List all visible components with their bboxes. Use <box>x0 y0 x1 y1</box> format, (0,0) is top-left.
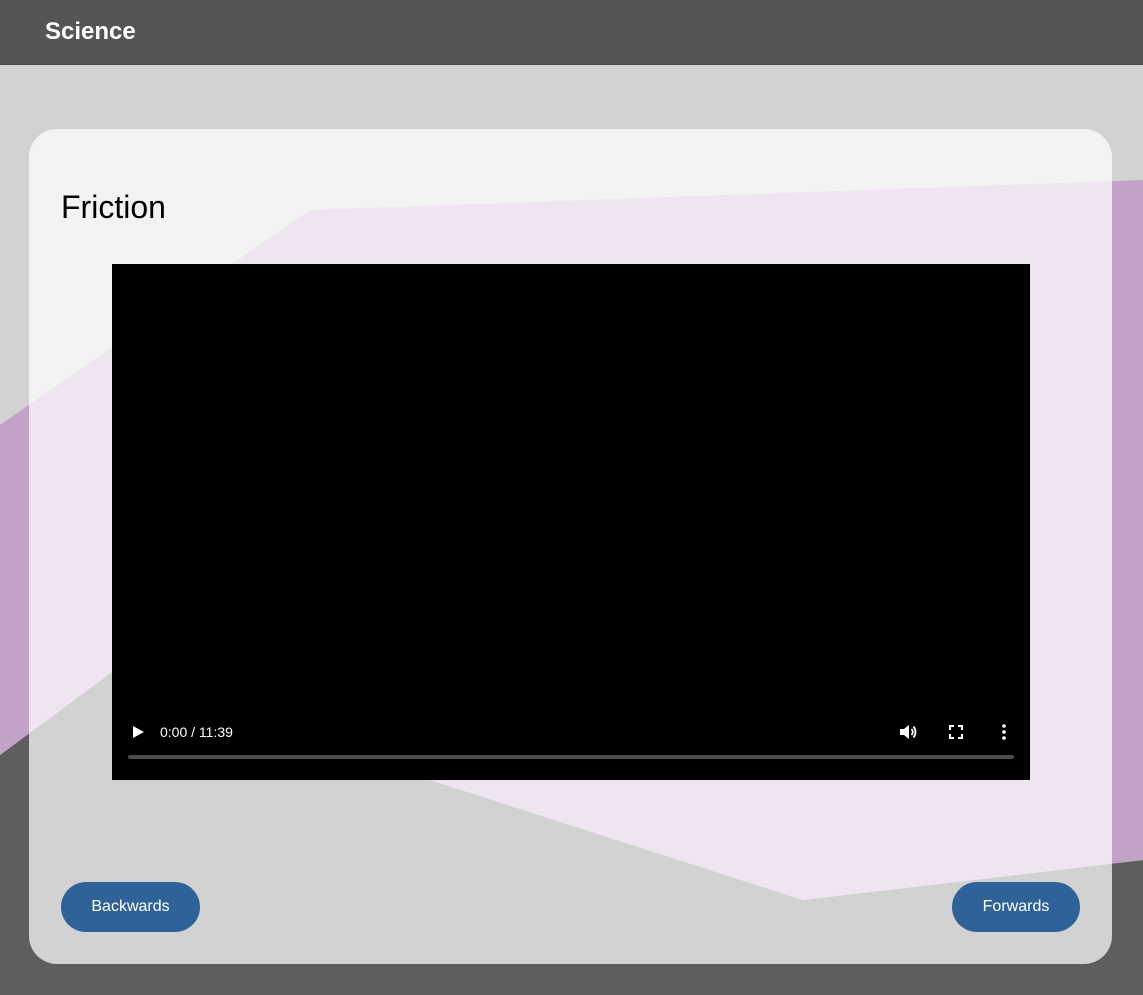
app-title: Science <box>45 18 136 45</box>
fullscreen-icon[interactable] <box>945 721 967 743</box>
video-progress-bar[interactable] <box>128 755 1014 759</box>
forwards-button[interactable]: Forwards <box>952 882 1080 932</box>
backwards-button[interactable]: Backwards <box>61 882 200 932</box>
more-vertical-icon[interactable] <box>993 721 1015 743</box>
top-bar: Science <box>0 0 1143 65</box>
play-icon[interactable] <box>128 722 148 742</box>
time-display: 0:00 / 11:39 <box>160 724 233 740</box>
lesson-title: Friction <box>61 189 166 225</box>
volume-icon[interactable] <box>897 721 919 743</box>
lesson-card: Friction 0:00 / 11:39 Backwards Forwards <box>29 129 1112 964</box>
video-player[interactable]: 0:00 / 11:39 <box>112 264 1030 780</box>
